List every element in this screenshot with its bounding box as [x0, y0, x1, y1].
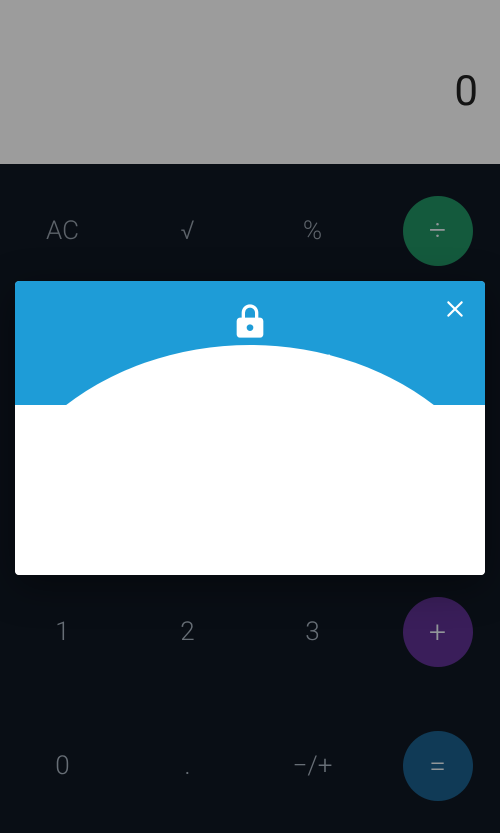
- set-password-dialog: Set App Password Type your password (4 d…: [15, 281, 485, 575]
- dialog-close-button[interactable]: [441, 295, 469, 323]
- close-icon: [445, 299, 465, 319]
- dialog-header: Set App Password: [15, 281, 485, 405]
- lock-icon: [230, 301, 270, 345]
- dialog-header-curve: [15, 345, 485, 575]
- app-screen: 0 AC √ % ÷ 7 8 9 × 4 5 6 − 1 2 3 + 0 . −…: [0, 0, 500, 833]
